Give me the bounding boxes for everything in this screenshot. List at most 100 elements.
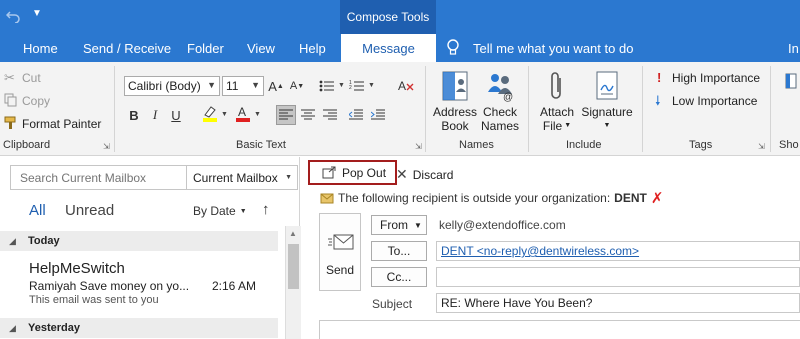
undo-icon[interactable] xyxy=(5,9,20,24)
to-field[interactable]: DENT <no-reply@dentwireless.com> xyxy=(436,241,800,261)
list-item[interactable]: HelpMeSwitch Ramiyah Save money on yo...… xyxy=(0,254,278,314)
discard-button[interactable]: ✕ Discard xyxy=(396,166,453,183)
check-names-label-2: Names xyxy=(480,119,519,133)
cc-button[interactable]: Cc... xyxy=(371,267,427,287)
warning-text: The following recipient is outside your … xyxy=(338,191,611,205)
attach-file-button[interactable]: Attach File ▼ xyxy=(536,105,578,133)
tab-message[interactable]: Message xyxy=(341,34,436,62)
copy-button[interactable]: Copy xyxy=(22,94,50,108)
check-names-button[interactable]: Check Names xyxy=(478,105,522,133)
from-button[interactable]: From ▼ xyxy=(371,215,427,235)
subject-field[interactable]: RE: Where Have You Been? xyxy=(436,293,800,313)
bullets-icon[interactable] xyxy=(317,76,337,96)
shrink-font-icon[interactable]: A ▼ xyxy=(287,76,307,96)
mail-list-scrollbar[interactable]: ▲ xyxy=(285,226,301,339)
include-group-label: Include xyxy=(566,139,602,151)
quick-access-dropdown-icon[interactable]: ▼ xyxy=(32,8,42,19)
filter-all-tab[interactable]: All xyxy=(29,202,46,219)
remove-recipient-icon[interactable]: ✗ xyxy=(651,189,664,207)
pop-out-button[interactable]: Pop Out xyxy=(308,160,397,185)
filter-unread-tab[interactable]: Unread xyxy=(65,202,114,219)
to-label: To... xyxy=(387,244,411,258)
tab-send-receive[interactable]: Send / Receive xyxy=(83,34,171,62)
search-mailbox-field[interactable] xyxy=(10,165,187,190)
tab-help[interactable]: Help xyxy=(299,34,326,62)
clipboard-group-label: Clipboard xyxy=(3,139,51,151)
font-name-select[interactable]: Calibri (Body) ▼ xyxy=(124,76,220,96)
grow-font-icon[interactable]: A ▲ xyxy=(266,76,286,96)
highlight-color-icon[interactable] xyxy=(200,103,220,123)
chevron-down-icon: ▼ xyxy=(239,207,247,215)
attach-file-label-1: Attach xyxy=(539,105,575,119)
chevron-down-icon[interactable]: ▼ xyxy=(338,82,345,89)
external-warning: The following recipient is outside your … xyxy=(320,189,663,207)
address-book-label-1: Address xyxy=(432,105,478,119)
font-size-select[interactable]: 11 ▼ xyxy=(222,76,264,96)
cc-field[interactable] xyxy=(436,267,800,287)
to-recipient[interactable]: DENT <no-reply@dentwireless.com> xyxy=(441,244,639,258)
sort-dropdown[interactable]: By Date ▼ xyxy=(193,204,247,218)
signature-label: Signature xyxy=(581,105,633,119)
align-center-icon[interactable] xyxy=(298,105,318,125)
tags-group-label: Tags xyxy=(689,139,713,151)
section-today[interactable]: ◢ Today xyxy=(0,231,278,251)
align-left-icon[interactable] xyxy=(276,105,296,125)
chevron-down-icon[interactable]: ▼ xyxy=(254,111,261,118)
group-divider xyxy=(425,66,426,152)
collapse-icon: ◢ xyxy=(9,235,16,246)
from-label: From xyxy=(380,218,408,232)
send-button[interactable]: Send xyxy=(319,213,361,291)
clipboard-launcher-icon[interactable]: ⇲ xyxy=(103,142,110,151)
signature-button[interactable]: Signature ▼ xyxy=(580,105,634,133)
italic-icon[interactable]: I xyxy=(145,105,165,125)
scroll-thumb[interactable] xyxy=(288,244,299,289)
format-painter-button[interactable]: Format Painter xyxy=(22,117,101,131)
low-importance-button[interactable]: Low Importance xyxy=(672,94,757,108)
show-group-label: Sho xyxy=(779,139,799,151)
tab-in[interactable]: In xyxy=(788,34,799,62)
align-right-icon[interactable] xyxy=(320,105,340,125)
underline-icon[interactable]: U xyxy=(166,105,186,125)
group-divider xyxy=(642,66,643,152)
tab-home[interactable]: Home xyxy=(23,34,58,62)
section-today-label: Today xyxy=(28,235,60,247)
font-name-value: Calibri (Body) xyxy=(128,79,201,93)
section-yesterday[interactable]: ◢ Yesterday xyxy=(0,318,278,338)
increase-indent-icon[interactable] xyxy=(368,105,388,125)
chevron-down-icon[interactable]: ▼ xyxy=(221,111,228,118)
tags-launcher-icon[interactable]: ⇲ xyxy=(758,142,765,151)
svg-text:A: A xyxy=(238,105,246,119)
numbering-icon[interactable]: 12 xyxy=(347,76,367,96)
address-book-button[interactable]: Address Book xyxy=(430,105,480,133)
warning-recipient: DENT xyxy=(614,191,647,205)
clear-formatting-icon[interactable]: A xyxy=(396,76,416,96)
scroll-up-icon[interactable]: ▲ xyxy=(289,229,297,238)
pop-out-label: Pop Out xyxy=(342,165,387,180)
basic-text-launcher-icon[interactable]: ⇲ xyxy=(415,142,422,151)
to-button[interactable]: To... xyxy=(371,241,427,261)
chevron-down-icon[interactable]: ▼ xyxy=(368,82,375,89)
tell-me-search[interactable]: Tell me what you want to do xyxy=(473,34,633,62)
send-label: Send xyxy=(325,263,355,277)
tab-folder[interactable]: Folder xyxy=(187,34,224,62)
chevron-down-icon: ▼ xyxy=(251,80,260,90)
font-color-icon[interactable]: A xyxy=(233,103,253,123)
warning-envelope-icon xyxy=(320,193,334,204)
check-names-icon: @ xyxy=(486,70,516,103)
message-subject: Ramiyah Save money on yo... xyxy=(29,279,190,293)
chevron-down-icon: ▼ xyxy=(564,122,572,129)
high-importance-button[interactable]: High Importance xyxy=(672,71,760,85)
decrease-indent-icon[interactable] xyxy=(346,105,366,125)
mailbox-scope-select[interactable]: Current Mailbox ▼ xyxy=(186,165,298,190)
search-input[interactable] xyxy=(20,170,180,185)
discard-label: Discard xyxy=(412,167,454,182)
collapse-icon: ◢ xyxy=(9,322,16,333)
tab-view[interactable]: View xyxy=(247,34,275,62)
immersive-reader-icon[interactable] xyxy=(784,70,798,94)
sort-direction-icon[interactable]: ↑ xyxy=(262,201,270,218)
attach-file-label-2: File xyxy=(542,119,563,133)
bold-icon[interactable]: B xyxy=(124,105,144,125)
cut-button[interactable]: Cut xyxy=(22,71,41,85)
address-book-icon xyxy=(441,70,469,102)
message-body[interactable] xyxy=(319,320,800,339)
